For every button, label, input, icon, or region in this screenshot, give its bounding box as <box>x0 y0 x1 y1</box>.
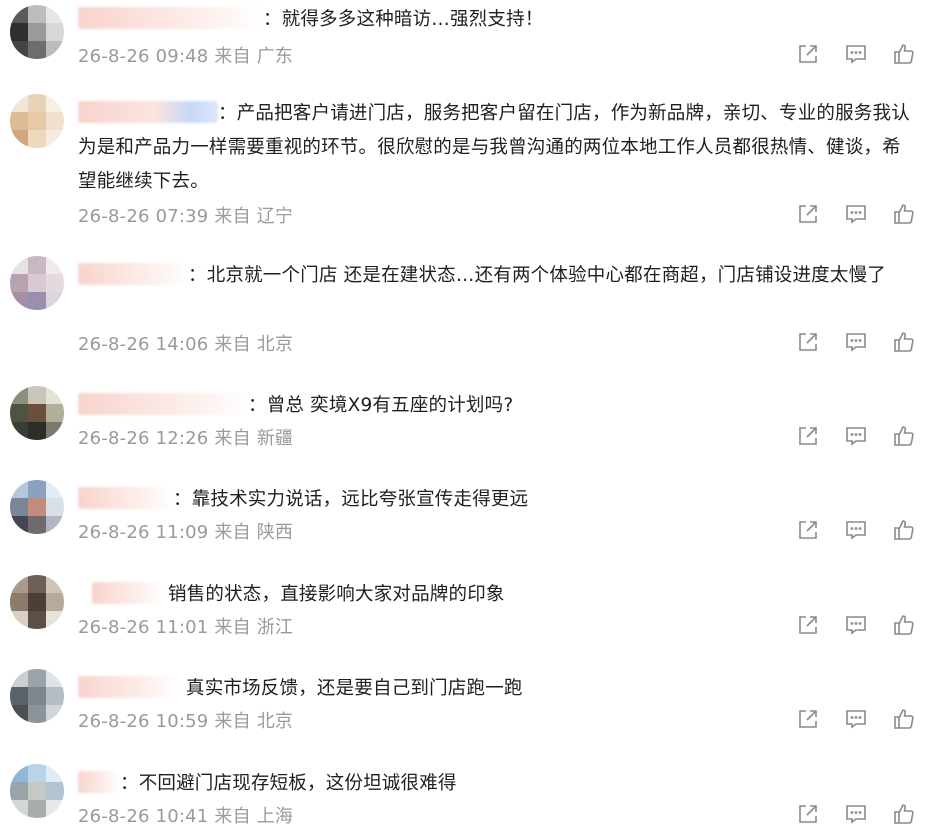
comment-content: ：曾总 奕境X9有五座的计划吗? <box>78 389 913 423</box>
avatar[interactable] <box>10 5 64 59</box>
comment-actions <box>796 707 918 731</box>
reply-icon[interactable] <box>844 42 868 66</box>
comment-time: 26-8-26 10:59 <box>78 711 209 732</box>
comment-meta: 26-8-26 09:48 来自 广东 <box>78 42 293 68</box>
comment-actions <box>796 613 918 637</box>
comment-actions <box>796 202 918 226</box>
comment-actions <box>796 330 918 354</box>
like-icon[interactable] <box>892 802 916 826</box>
share-icon[interactable] <box>796 707 820 731</box>
comment-from-label: 来自 <box>214 522 251 543</box>
comment-meta: 26-8-26 11:09 来自 陕西 <box>78 518 293 544</box>
username-blurred[interactable] <box>78 101 218 123</box>
comment-text: ：就得多多这种暗访…强烈支持！ <box>263 9 544 30</box>
reply-icon[interactable] <box>844 330 868 354</box>
like-icon[interactable] <box>892 707 916 731</box>
comment-time: 26-8-26 09:48 <box>78 46 209 67</box>
comment-region: 浙江 <box>256 617 294 638</box>
comment-text: 销售的状态，直接影响大家对品牌的印象 <box>168 584 505 605</box>
comment-meta: 26-8-26 10:41 来自 上海 <box>78 802 293 828</box>
comment-region: 北京 <box>256 334 294 355</box>
avatar[interactable] <box>10 480 64 534</box>
like-icon[interactable] <box>892 613 916 637</box>
comment-meta: 26-8-26 12:26 来自 新疆 <box>78 424 293 450</box>
username-blurred[interactable] <box>78 7 263 29</box>
comment-region: 北京 <box>256 711 294 732</box>
comment-time: 26-8-26 14:06 <box>78 334 209 355</box>
comment-content: ：产品把客户请进门店，服务把客户留在门店，作为新品牌，亲切、专业的服务我认为是和… <box>78 97 913 199</box>
comment-content: ：北京就一个门店 还是在建状态…还有两个体验中心都在商超，门店铺设进度太慢了 <box>78 259 913 293</box>
like-icon[interactable] <box>892 518 916 542</box>
avatar[interactable] <box>10 575 64 629</box>
share-icon[interactable] <box>796 802 820 826</box>
comment-actions <box>796 518 918 542</box>
comment-region: 广东 <box>256 46 294 67</box>
comment-region: 陕西 <box>256 522 294 543</box>
share-icon[interactable] <box>796 613 820 637</box>
comment-text: ：不回避门店现存短板，这份坦诚很难得 <box>120 773 457 794</box>
comment-meta: 26-8-26 10:59 来自 北京 <box>78 707 293 733</box>
comment-from-label: 来自 <box>214 806 251 827</box>
reply-icon[interactable] <box>844 707 868 731</box>
avatar[interactable] <box>10 94 64 148</box>
comment-region: 辽宁 <box>256 206 294 227</box>
avatar[interactable] <box>10 764 64 818</box>
comment-time: 26-8-26 10:41 <box>78 806 209 827</box>
username-blurred[interactable] <box>78 263 188 285</box>
comment-content: ：不回避门店现存短板，这份坦诚很难得 <box>78 767 913 801</box>
share-icon[interactable] <box>796 42 820 66</box>
reply-icon[interactable] <box>844 202 868 226</box>
comment-text: 真实市场反馈，还是要自己到门店跑一跑 <box>186 678 523 699</box>
comment-from-label: 来自 <box>214 711 251 732</box>
comment-meta: 26-8-26 14:06 来自 北京 <box>78 330 293 356</box>
share-icon[interactable] <box>796 518 820 542</box>
comment-from-label: 来自 <box>214 334 251 355</box>
comment-text: ：北京就一个门店 还是在建状态…还有两个体验中心都在商超，门店铺设进度太慢了 <box>188 265 886 286</box>
username-blurred[interactable] <box>92 582 162 604</box>
comment-content: ：就得多多这种暗访…强烈支持！ <box>78 3 913 37</box>
like-icon[interactable] <box>892 424 916 448</box>
comment-from-label: 来自 <box>214 617 251 638</box>
comment-text: ：曾总 奕境X9有五座的计划吗? <box>248 395 514 416</box>
like-icon[interactable] <box>892 202 916 226</box>
comment-meta: 26-8-26 11:01 来自 浙江 <box>78 613 293 639</box>
comment-content: 销售的状态，直接影响大家对品牌的印象 <box>78 578 913 612</box>
username-blurred[interactable] <box>78 676 178 698</box>
comment-region: 新疆 <box>256 428 294 449</box>
share-icon[interactable] <box>796 424 820 448</box>
avatar[interactable] <box>10 669 64 723</box>
comment-region: 上海 <box>256 806 294 827</box>
reply-icon[interactable] <box>844 424 868 448</box>
comment-actions <box>796 802 918 826</box>
comment-from-label: 来自 <box>214 46 251 67</box>
comment-time: 26-8-26 11:01 <box>78 617 209 638</box>
share-icon[interactable] <box>796 330 820 354</box>
comment-actions <box>796 42 918 66</box>
username-blurred[interactable] <box>78 393 248 415</box>
avatar[interactable] <box>10 256 64 310</box>
username-blurred[interactable] <box>78 487 173 509</box>
comment-text: ：靠技术实力说话，远比夸张宣传走得更远 <box>173 489 529 510</box>
reply-icon[interactable] <box>844 518 868 542</box>
comment-content: ：靠技术实力说话，远比夸张宣传走得更远 <box>78 483 913 517</box>
reply-icon[interactable] <box>844 613 868 637</box>
avatar[interactable] <box>10 386 64 440</box>
comment-content: 真实市场反馈，还是要自己到门店跑一跑 <box>78 672 913 706</box>
comment-from-label: 来自 <box>214 428 251 449</box>
comment-meta: 26-8-26 07:39 来自 辽宁 <box>78 202 293 228</box>
share-icon[interactable] <box>796 202 820 226</box>
comment-from-label: 来自 <box>214 206 251 227</box>
comment-actions <box>796 424 918 448</box>
reply-icon[interactable] <box>844 802 868 826</box>
username-blurred[interactable] <box>78 771 120 793</box>
like-icon[interactable] <box>892 330 916 354</box>
comment-time: 26-8-26 11:09 <box>78 522 209 543</box>
comment-time: 26-8-26 07:39 <box>78 206 209 227</box>
like-icon[interactable] <box>892 42 916 66</box>
comment-time: 26-8-26 12:26 <box>78 428 209 449</box>
